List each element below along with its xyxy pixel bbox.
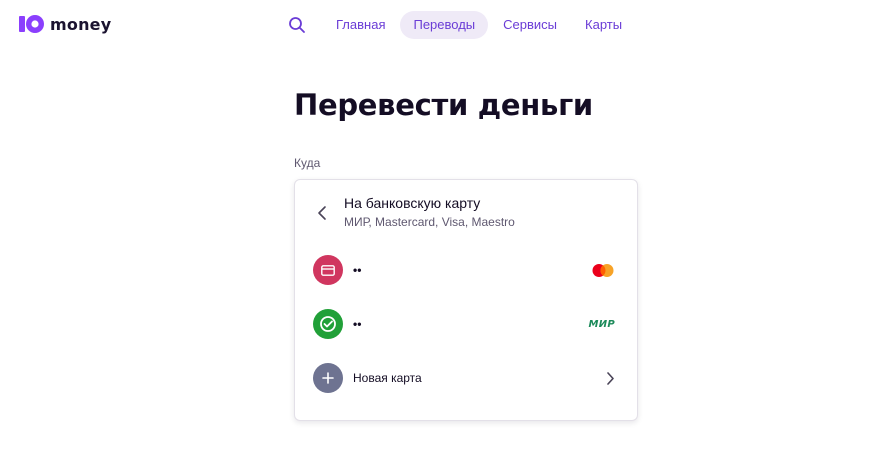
back-chevron-icon[interactable] [313,202,331,224]
page-title: Перевести деньги [294,88,593,122]
destination-label: Куда [294,156,321,170]
nav-item-services[interactable]: Сервисы [490,11,570,39]
mastercard-logo-icon [591,263,615,278]
card-masked-number: •• [353,263,362,277]
search-icon[interactable] [283,11,311,39]
destination-card: На банковскую карту МИР, Mastercard, Vis… [294,179,638,421]
new-card-label: Новая карта [353,371,422,385]
new-card-row[interactable]: Новая карта [295,356,637,400]
saved-card-row-mir[interactable]: •• МИР [295,302,637,346]
brand-name: money [50,14,112,34]
plus-icon [313,363,343,393]
nav-item-cards[interactable]: Карты [572,11,635,39]
brand-logo[interactable]: money [18,13,111,35]
sber-check-icon [313,309,343,339]
chevron-right-icon [606,371,615,386]
yoomoney-logo-icon [18,13,46,35]
card-masked-number: •• [353,317,362,331]
saved-card-row-mastercard[interactable]: •• [295,248,637,292]
card-title: На банковскую карту [344,195,481,211]
nav-item-home[interactable]: Главная [323,11,398,39]
nav-item-transfers[interactable]: Переводы [400,11,489,39]
mir-logo-text: МИР [588,318,615,330]
mir-logo-icon: МИР [588,319,615,330]
main-nav: Главная Переводы Сервисы Карты [283,11,637,39]
card-icon [313,255,343,285]
card-subtitle: МИР, Mastercard, Visa, Maestro [344,215,515,229]
